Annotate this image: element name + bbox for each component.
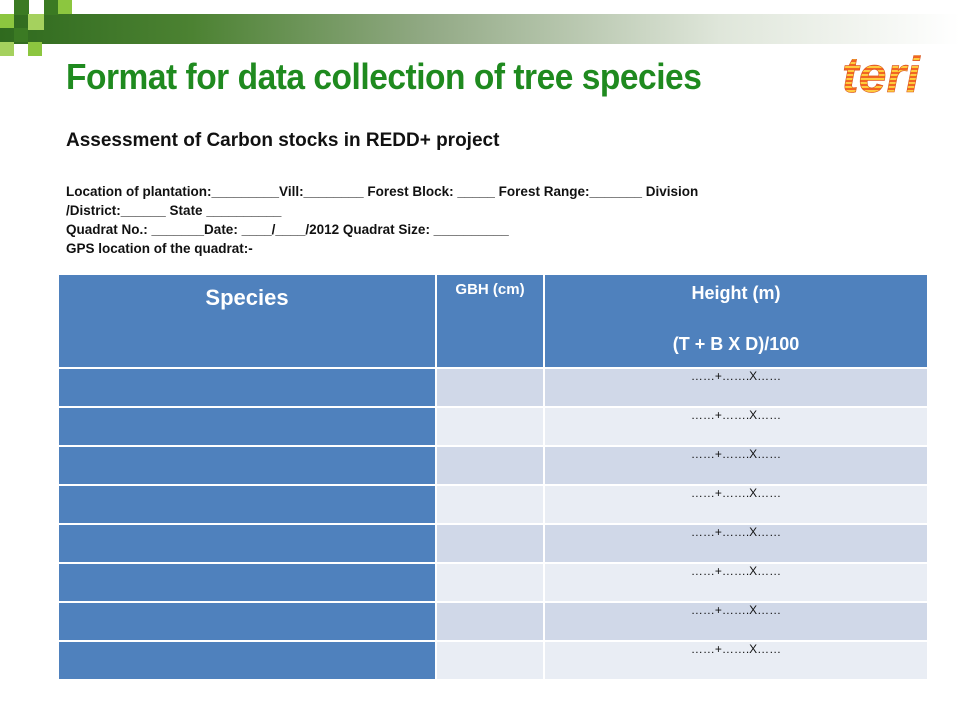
header-species: Species — [57, 273, 437, 369]
cell-gbh[interactable] — [435, 523, 545, 564]
cell-height-formula[interactable]: ……+…….X…… — [543, 406, 929, 447]
cell-gbh[interactable] — [435, 367, 545, 408]
table-row: ……+…….X…… — [57, 367, 929, 408]
cell-height-formula[interactable]: ……+…….X…… — [543, 445, 929, 486]
header-gradient-bar — [0, 14, 960, 44]
cell-species[interactable] — [57, 601, 437, 642]
cell-species[interactable] — [57, 484, 437, 525]
form-line-location: Location of plantation:_________Vill:___… — [66, 184, 699, 199]
cell-gbh[interactable] — [435, 562, 545, 603]
form-subtitle: Assessment of Carbon stocks in REDD+ pro… — [66, 130, 500, 151]
teri-logo: teri — [842, 47, 922, 104]
cell-height-formula[interactable]: ……+…….X…… — [543, 601, 929, 642]
cell-gbh[interactable] — [435, 406, 545, 447]
page-title: Format for data collection of tree speci… — [66, 56, 702, 97]
table-row: ……+…….X…… — [57, 562, 929, 603]
cell-species[interactable] — [57, 445, 437, 486]
form-fields-block: Location of plantation:_________Vill:___… — [66, 182, 926, 258]
cell-height-formula[interactable]: ……+…….X…… — [543, 523, 929, 564]
cell-species[interactable] — [57, 523, 437, 564]
svg-text:teri: teri — [842, 47, 921, 103]
cell-species[interactable] — [57, 406, 437, 447]
cell-gbh[interactable] — [435, 601, 545, 642]
table-row: ……+…….X…… — [57, 484, 929, 525]
cell-species[interactable] — [57, 562, 437, 603]
cell-gbh[interactable] — [435, 484, 545, 525]
cell-height-formula[interactable]: ……+…….X…… — [543, 640, 929, 681]
cell-height-formula[interactable]: ……+…….X…… — [543, 484, 929, 525]
table-header-row: Species GBH (cm) Height (m) (T + B X D)/… — [57, 273, 929, 369]
table-row: ……+…….X…… — [57, 640, 929, 681]
cell-species[interactable] — [57, 367, 437, 408]
table-row: ……+…….X…… — [57, 601, 929, 642]
cell-gbh[interactable] — [435, 640, 545, 681]
table-row: ……+…….X…… — [57, 445, 929, 486]
form-line-gps: GPS location of the quadrat:- — [66, 241, 253, 256]
table-row: ……+…….X…… — [57, 523, 929, 564]
header-gbh: GBH (cm) — [435, 273, 545, 369]
form-line-quadrat: Quadrat No.: _______Date: ____/____/2012… — [66, 222, 509, 237]
cell-height-formula[interactable]: ……+…….X…… — [543, 367, 929, 408]
form-line-district: /District:______ State __________ — [66, 203, 282, 218]
cell-height-formula[interactable]: ……+…….X…… — [543, 562, 929, 603]
cell-gbh[interactable] — [435, 445, 545, 486]
header-height: Height (m) (T + B X D)/100 — [543, 273, 929, 369]
tree-data-table: Species GBH (cm) Height (m) (T + B X D)/… — [57, 273, 929, 681]
table-row: ……+…….X…… — [57, 406, 929, 447]
cell-species[interactable] — [57, 640, 437, 681]
